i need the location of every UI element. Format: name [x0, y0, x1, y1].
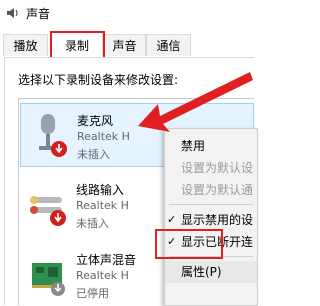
instruction-text: 选择以下录制设备来修改设置: [18, 73, 179, 87]
device-driver: Realtek H [76, 269, 129, 282]
tab-playback[interactable]: 播放 [3, 34, 48, 56]
menu-item-show-disabled[interactable]: ✓ 显示禁用的设 [165, 209, 257, 231]
menu-item-properties[interactable]: 属性(P) [165, 261, 257, 283]
menu-item-set-default-device[interactable]: 设置为默认设 [165, 157, 257, 179]
properties-highlight-annotation [155, 229, 223, 259]
tab-sounds[interactable]: 声音 [103, 34, 146, 56]
tab-strip: 播放 录制 声音 通信 [0, 32, 253, 58]
menu-divider [169, 204, 253, 205]
device-status: 未插入 [77, 148, 110, 161]
microphone-icon [39, 114, 67, 157]
device-name: 线路输入 [76, 183, 125, 197]
menu-item-disable[interactable]: 禁用 [165, 135, 257, 157]
device-name: 立体声混音 [76, 253, 137, 267]
tab-highlight-annotation [50, 31, 105, 59]
device-name: 麦克风 [77, 114, 114, 128]
device-driver: Realtek H [76, 199, 129, 212]
device-status: 已停用 [76, 287, 109, 300]
sound-card-icon [32, 263, 65, 296]
checkmark-icon: ✓ [167, 213, 177, 226]
device-status: 未插入 [76, 217, 109, 230]
line-in-jack-icon [30, 196, 66, 226]
title-bar: 声音 [0, 0, 253, 26]
window-title: 声音 [26, 7, 51, 21]
context-menu: 禁用 设置为默认设 设置为默认通 ✓ 显示禁用的设 ✓ 显示已断开连 属性(P) [164, 128, 258, 306]
menu-item-set-default-comm[interactable]: 设置为默认通 [165, 179, 257, 201]
tab-communications[interactable]: 通信 [146, 34, 191, 56]
speaker-icon [7, 8, 18, 18]
device-driver: Realtek H [77, 130, 130, 143]
